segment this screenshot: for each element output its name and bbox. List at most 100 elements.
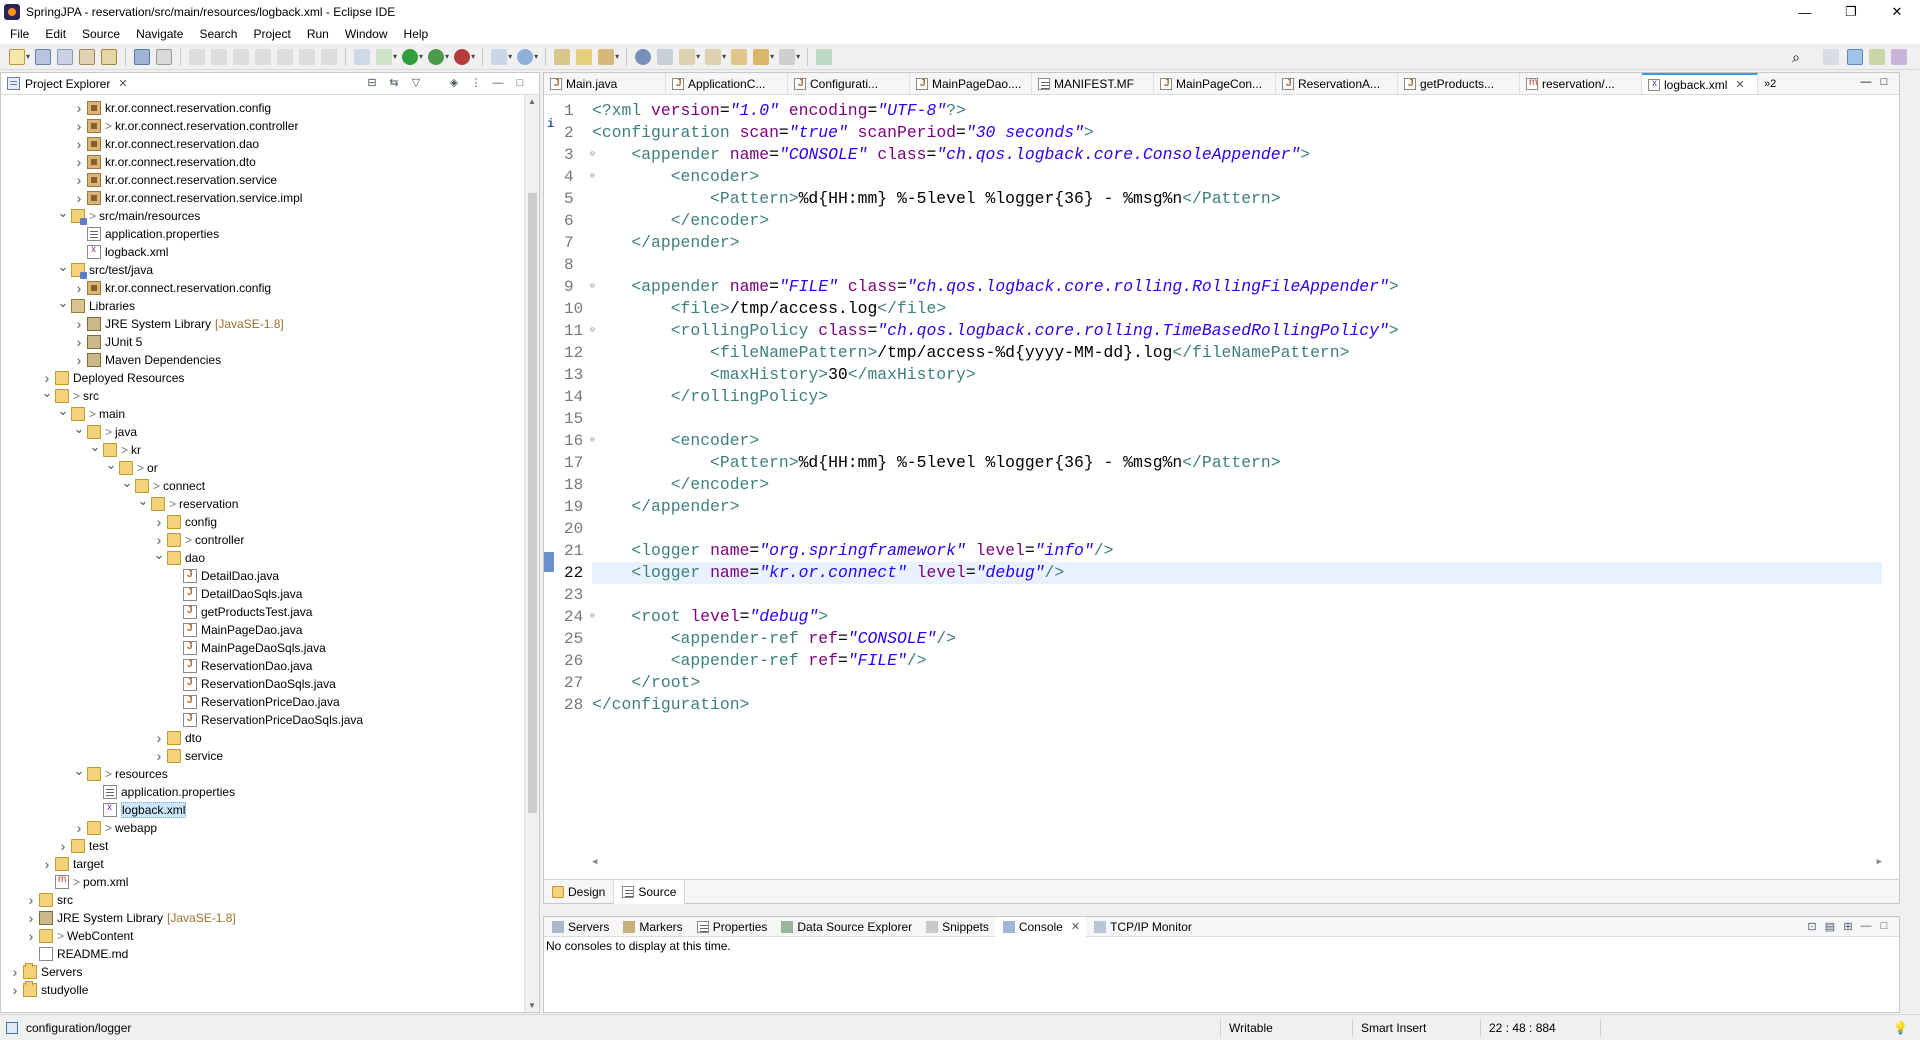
- debug-perspective-icon[interactable]: [1869, 49, 1885, 65]
- chevron-down-icon[interactable]: ⌄: [153, 547, 165, 563]
- tree-item[interactable]: application.properties: [89, 783, 235, 801]
- tree-item[interactable]: ReservationDao.java: [169, 657, 312, 675]
- code-line[interactable]: </encoder>: [592, 210, 769, 232]
- tree-item[interactable]: ⌄ > reservation: [137, 493, 238, 513]
- tree-item[interactable]: >pom.xml: [41, 873, 128, 891]
- minimize-icon[interactable]: —: [1857, 76, 1875, 88]
- skip-breakpoints-icon[interactable]: [156, 48, 173, 65]
- close-icon[interactable]: ✕: [1735, 78, 1744, 91]
- code-line[interactable]: <rollingPolicy class="ch.qos.logback.cor…: [592, 320, 1399, 342]
- tab-tcpip-monitor[interactable]: TCP/IP Monitor: [1086, 917, 1198, 937]
- tree-item[interactable]: ReservationPriceDaoSqls.java: [169, 711, 363, 729]
- previous-annotation-icon[interactable]: [705, 48, 722, 65]
- tree-item[interactable]: › > WebContent: [25, 927, 134, 945]
- back-icon[interactable]: [753, 48, 770, 65]
- java-perspective-icon[interactable]: [1891, 49, 1907, 65]
- run-icon[interactable]: [402, 48, 419, 65]
- editor-scrollbar[interactable]: [1885, 117, 1899, 897]
- code-line[interactable]: </encoder>: [592, 474, 769, 496]
- tree-item[interactable]: › kr.or.connect.reservation.dto: [73, 153, 256, 171]
- suspend-icon[interactable]: [211, 48, 228, 65]
- java-ee-perspective-icon[interactable]: [1847, 49, 1863, 65]
- debug-icon[interactable]: [376, 48, 393, 65]
- code-line[interactable]: </appender>: [592, 496, 739, 518]
- pin-icon[interactable]: [657, 48, 674, 65]
- tree-item[interactable]: DetailDao.java: [169, 567, 279, 585]
- new-java-project-icon[interactable]: [491, 48, 508, 65]
- tree-item[interactable]: README.md: [25, 945, 128, 963]
- tree-item[interactable]: › Servers: [9, 963, 82, 981]
- chevron-right-icon[interactable]: ›: [9, 982, 21, 998]
- next-annotation-icon[interactable]: [679, 48, 696, 65]
- chevron-right-icon[interactable]: ›: [153, 514, 165, 530]
- tab-properties[interactable]: Properties: [689, 917, 774, 937]
- chevron-down-icon[interactable]: ⌄: [89, 439, 101, 455]
- tree-item[interactable]: ⌄ > java: [73, 421, 137, 441]
- code-line[interactable]: </configuration>: [592, 694, 749, 716]
- menu-search[interactable]: Search: [191, 27, 245, 41]
- chevron-right-icon[interactable]: ›: [73, 280, 85, 296]
- code-line[interactable]: <root level="debug">: [592, 606, 828, 628]
- tree-item[interactable]: ⌄ > main: [57, 403, 125, 423]
- chevron-down-icon[interactable]: ⌄: [73, 421, 85, 437]
- tree-item[interactable]: › kr.or.connect.reservation.service: [73, 171, 277, 189]
- chevron-down-icon[interactable]: ⌄: [57, 403, 69, 419]
- tab-applicationc[interactable]: ApplicationC...: [666, 73, 788, 94]
- tree-item[interactable]: MainPageDaoSqls.java: [169, 639, 326, 657]
- tree-item[interactable]: ⌄ > src/main/resources: [57, 205, 200, 225]
- link-with-editor-icon[interactable]: ⇆: [387, 76, 401, 90]
- tree-item[interactable]: ⌄ src/test/java: [57, 259, 153, 279]
- tree-item[interactable]: ⌄ Libraries: [57, 295, 135, 315]
- chevron-right-icon[interactable]: ›: [73, 118, 85, 134]
- tab-project-explorer[interactable]: Project Explorer ✕: [1, 73, 134, 95]
- tab-design[interactable]: Design: [544, 879, 615, 904]
- tab-snippets[interactable]: Snippets: [918, 917, 995, 937]
- tree-item[interactable]: › test: [57, 837, 109, 855]
- maximize-icon[interactable]: □: [1875, 76, 1893, 88]
- resume-icon[interactable]: [189, 48, 206, 65]
- open-perspective-icon[interactable]: [1823, 49, 1839, 65]
- chevron-right-icon[interactable]: ›: [73, 172, 85, 188]
- code-line[interactable]: <appender name="CONSOLE" class="ch.qos.l…: [592, 144, 1310, 166]
- chevron-down-icon[interactable]: ⌄: [121, 475, 133, 491]
- chevron-right-icon[interactable]: ›: [73, 820, 85, 836]
- chevron-right-icon[interactable]: ›: [73, 316, 85, 332]
- code-line[interactable]: <maxHistory>30</maxHistory>: [592, 364, 976, 386]
- tab-getproducts[interactable]: getProducts...: [1398, 73, 1520, 94]
- view-menu-icon[interactable]: ⋮: [469, 76, 483, 90]
- code-line[interactable]: <fileNamePattern>/tmp/access-%d{yyyy-MM-…: [592, 342, 1349, 364]
- disconnect-icon[interactable]: [255, 48, 272, 65]
- editor-horizontal-scrollbar[interactable]: ◀ ▶: [592, 855, 1882, 869]
- chevron-right-icon[interactable]: ›: [73, 136, 85, 152]
- code-line[interactable]: <file>/tmp/access.log</file>: [592, 298, 946, 320]
- tip-icon[interactable]: 💡: [1893, 1021, 1908, 1035]
- chevron-right-icon[interactable]: ›: [9, 964, 21, 980]
- close-button[interactable]: ✕: [1874, 0, 1920, 24]
- tree-item[interactable]: › > kr.or.connect.reservation.controller: [73, 117, 299, 135]
- chevron-right-icon[interactable]: ›: [73, 334, 85, 350]
- chevron-right-icon[interactable]: ›: [25, 892, 37, 908]
- terminate-icon[interactable]: [233, 48, 250, 65]
- tree-item[interactable]: ⌄ > resources: [73, 763, 168, 783]
- last-edit-location-icon[interactable]: [731, 48, 748, 65]
- code-line[interactable]: <configuration scan="true" scanPeriod="3…: [592, 122, 1094, 144]
- open-type-icon[interactable]: [101, 48, 118, 65]
- tree-item[interactable]: › kr.or.connect.reservation.dao: [73, 135, 259, 153]
- chevron-down-icon[interactable]: ⌄: [137, 493, 149, 509]
- external-tools-icon[interactable]: [454, 48, 471, 65]
- tree-item[interactable]: logback.xml: [89, 801, 187, 819]
- tree-item[interactable]: › > webapp: [73, 819, 157, 837]
- tree-item[interactable]: › config: [153, 513, 217, 531]
- new-icon[interactable]: [9, 48, 25, 65]
- new-class-icon[interactable]: [517, 48, 534, 65]
- tab-data-source-explorer[interactable]: Data Source Explorer: [773, 917, 918, 937]
- code-line[interactable]: <logger name="kr.or.connect" level="debu…: [592, 562, 1882, 584]
- step-over-icon[interactable]: [299, 48, 316, 65]
- chevron-right-icon[interactable]: ›: [73, 190, 85, 206]
- forward-icon[interactable]: [779, 48, 796, 65]
- tree-item[interactable]: › src: [25, 891, 73, 909]
- tree-item[interactable]: getProductsTest.java: [169, 603, 312, 621]
- filter-icon[interactable]: ▽: [409, 76, 423, 90]
- use-step-filters-icon[interactable]: [354, 48, 371, 65]
- menu-project[interactable]: Project: [245, 27, 298, 41]
